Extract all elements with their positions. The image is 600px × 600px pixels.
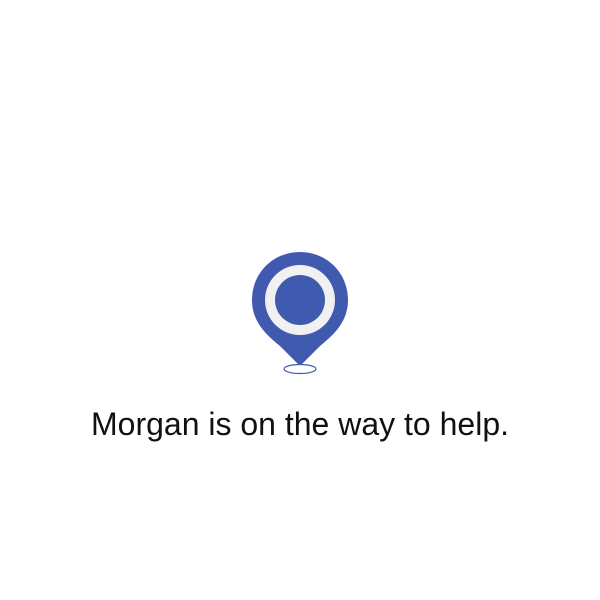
- pin-center: [275, 275, 325, 325]
- helper-status-screen: Morgan is on the way to help.: [0, 0, 600, 600]
- status-message: Morgan is on the way to help.: [90, 406, 509, 442]
- pin-ground-shadow: [283, 363, 317, 375]
- location-pin-icon: [248, 250, 352, 378]
